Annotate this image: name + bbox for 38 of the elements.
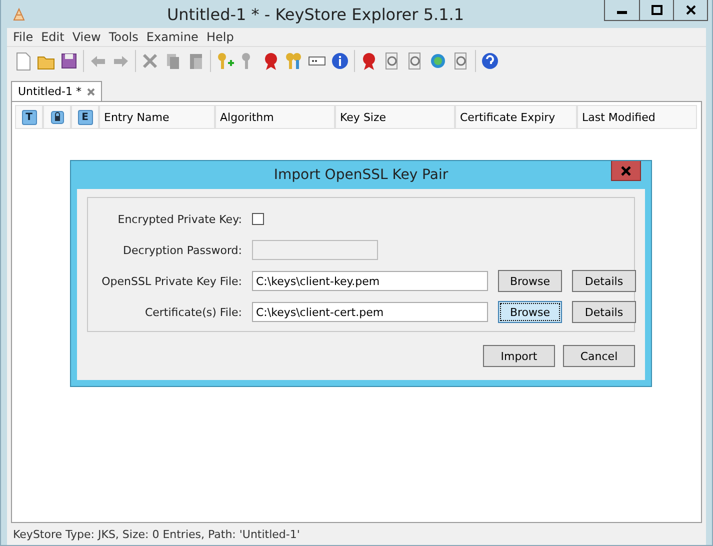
dialog-title: Import OpenSSL Key Pair [274, 167, 448, 183]
column-header[interactable]: Algorithm [215, 105, 335, 129]
document-tab[interactable]: Untitled-1 * [11, 81, 102, 101]
menu-item[interactable]: Help [202, 30, 238, 44]
field-label: Decryption Password: [122, 244, 242, 256]
column-header[interactable]: Key Size [335, 105, 455, 129]
close-icon [684, 5, 696, 15]
info-icon[interactable] [329, 50, 351, 72]
dialog-button[interactable]: Cancel [563, 345, 635, 367]
file-path-field[interactable]: C:\keys\client-cert.pem [252, 302, 488, 322]
help-icon[interactable] [479, 50, 501, 72]
close-icon [621, 166, 631, 176]
checkbox[interactable] [252, 213, 264, 225]
menu-item[interactable]: File [9, 30, 38, 44]
column-header-icon[interactable]: T [22, 110, 36, 124]
close-tab-icon[interactable] [87, 88, 96, 96]
column-header[interactable]: Certificate Expiry [455, 105, 577, 129]
menu-item[interactable]: Examine [142, 30, 202, 44]
column-header[interactable]: Entry Name [99, 105, 215, 129]
app-icon [11, 6, 27, 22]
dialog-button[interactable]: Details [572, 301, 636, 323]
dialog-button[interactable]: Browse [498, 270, 562, 292]
window-title: Untitled-1 * - KeyStore Explorer 5.1.1 [166, 4, 466, 24]
dialog-button[interactable]: Details [572, 270, 636, 292]
maximize-icon [650, 5, 662, 15]
lock-icon[interactable] [50, 110, 64, 124]
status-text: KeyStore Type: JKS, Size: 0 Entries, Path: 'Untitled-1' [12, 526, 301, 542]
dialog-button[interactable]: Browse [498, 301, 562, 323]
field-label: Encrypted Private Key: [116, 212, 242, 226]
menu-item[interactable]: Edit [37, 30, 68, 44]
menu-item[interactable]: View [68, 30, 105, 44]
column-header[interactable]: Last Modified [577, 105, 697, 129]
column-header-icon[interactable]: E [78, 110, 92, 124]
file-path-field[interactable]: C:\keys\client-key.pem [252, 271, 488, 291]
menu-item[interactable]: Tools [104, 30, 142, 44]
dialog-button[interactable]: Import [483, 345, 555, 367]
field-label: Certificate(s) File: [144, 306, 242, 318]
field-label: OpenSSL Private Key File: [100, 274, 242, 288]
